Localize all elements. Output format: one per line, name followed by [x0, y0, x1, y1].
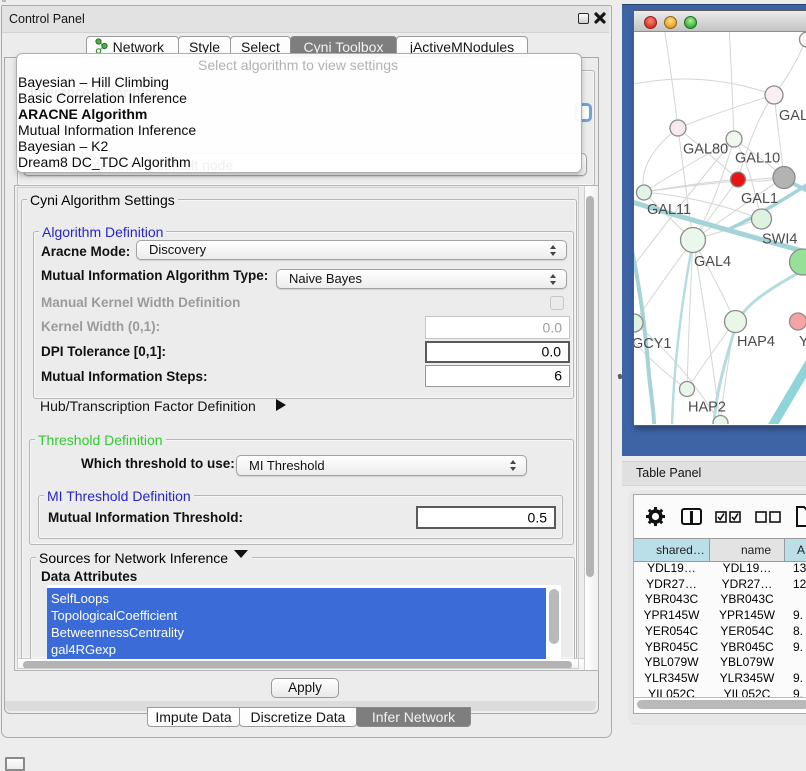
svg-text:GAL80: GAL80	[683, 142, 728, 158]
svg-text:GAL10: GAL10	[735, 151, 780, 167]
svg-text:GAL1: GAL1	[741, 191, 778, 207]
svg-text:HAP2: HAP2	[688, 400, 726, 416]
svg-text:GAL11: GAL11	[647, 202, 691, 218]
svg-text:HAP4: HAP4	[737, 334, 775, 350]
svg-text:Y: Y	[799, 334, 806, 350]
svg-text:SWI4: SWI4	[762, 232, 797, 248]
svg-text:GAL2: GAL2	[779, 108, 806, 124]
svg-text:GCY1: GCY1	[634, 336, 672, 352]
svg-text:GAL4: GAL4	[694, 254, 731, 270]
